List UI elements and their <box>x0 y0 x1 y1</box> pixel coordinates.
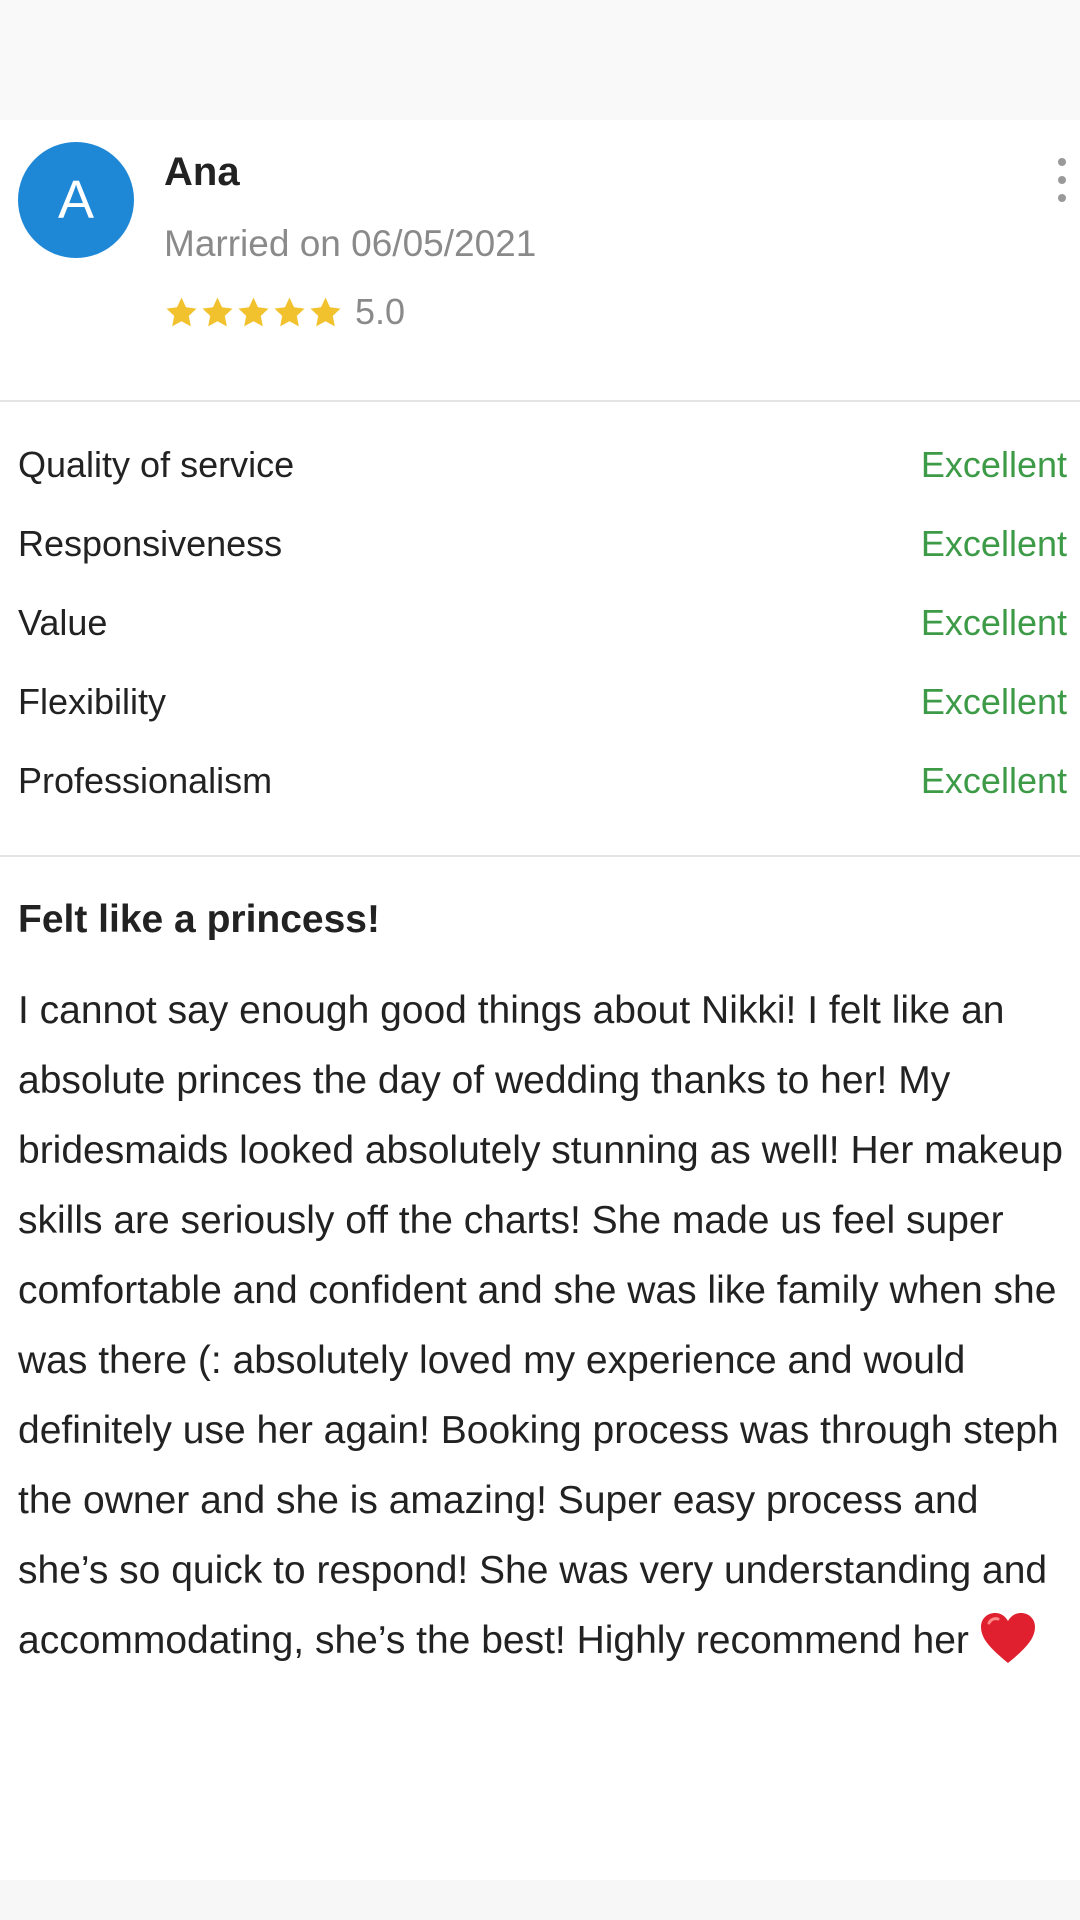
review-text: I cannot say enough good things about Ni… <box>18 989 1063 1662</box>
rating-row-responsiveness: Responsiveness Excellent <box>0 509 1080 588</box>
review-header: A Ana Married on 06/05/2021 5.0 <box>0 130 1080 380</box>
more-vertical-icon-dot <box>1058 194 1066 202</box>
overall-rating: 5.0 <box>164 290 405 334</box>
rating-value: 5.0 <box>355 291 406 332</box>
rating-row-quality: Quality of service Excellent <box>0 430 1080 509</box>
rating-row-flexibility: Flexibility Excellent <box>0 667 1080 746</box>
category-ratings: Quality of service Excellent Responsiven… <box>0 430 1080 825</box>
star-icon <box>272 295 307 330</box>
review-body: I cannot say enough good things about Ni… <box>18 976 1070 1676</box>
star-rating <box>164 295 343 330</box>
review-title: Felt like a princess! <box>18 898 380 941</box>
more-vertical-icon <box>1058 158 1066 166</box>
star-icon <box>308 295 343 330</box>
more-options-button[interactable] <box>1048 158 1076 202</box>
top-spacer <box>0 0 1080 120</box>
rating-status: Excellent <box>920 444 1067 485</box>
star-icon <box>200 295 235 330</box>
married-date: Married on 06/05/2021 <box>164 223 537 264</box>
rating-status: Excellent <box>920 602 1067 643</box>
more-vertical-icon-dot <box>1058 176 1066 184</box>
rating-label: Value <box>18 602 108 643</box>
rating-label: Responsiveness <box>18 523 283 564</box>
avatar: A <box>18 142 134 258</box>
star-icon <box>236 295 271 330</box>
rating-label: Professionalism <box>18 760 273 801</box>
rating-label: Quality of service <box>18 444 295 485</box>
rating-status: Excellent <box>920 523 1067 564</box>
bottom-spacer <box>0 1880 1080 1920</box>
divider <box>0 400 1080 402</box>
rating-status: Excellent <box>920 760 1067 801</box>
rating-row-professionalism: Professionalism Excellent <box>0 746 1080 825</box>
reviewer-name: Ana <box>164 150 240 194</box>
review-page: A Ana Married on 06/05/2021 5.0 Quality … <box>0 0 1080 1920</box>
star-icon <box>164 295 199 330</box>
red-heart-icon <box>979 1611 1037 1665</box>
rating-label: Flexibility <box>18 681 167 722</box>
rating-status: Excellent <box>920 681 1067 722</box>
divider <box>0 855 1080 857</box>
rating-row-value: Value Excellent <box>0 588 1080 667</box>
